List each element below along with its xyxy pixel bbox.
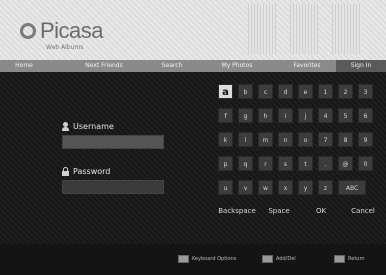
nav-item-search[interactable]: Search — [150, 60, 194, 72]
key-a[interactable]: a — [218, 84, 233, 99]
key-7[interactable]: 7 — [318, 132, 333, 147]
app-tagline: Web Albums — [46, 44, 84, 51]
picasa-logo-icon — [20, 23, 36, 39]
key-k[interactable]: k — [218, 132, 233, 147]
key-0[interactable]: 0 — [358, 156, 373, 171]
key-u[interactable]: u — [218, 180, 233, 195]
key-ok[interactable]: OK — [302, 204, 340, 219]
keyboard-options-button[interactable]: Keyboard Options — [178, 254, 236, 264]
key-e[interactable]: e — [298, 84, 313, 99]
password-field[interactable] — [62, 180, 164, 194]
key-9[interactable]: 9 — [358, 132, 373, 147]
password-label: Password — [62, 167, 110, 176]
key-i[interactable]: i — [278, 108, 293, 123]
key-2[interactable]: 2 — [338, 84, 353, 99]
header-decoration — [248, 4, 276, 54]
key-g[interactable]: g — [238, 108, 253, 123]
nav-item-favorites[interactable]: Favorites — [282, 60, 332, 72]
remote-key-icon — [178, 255, 189, 263]
key-d[interactable]: d — [278, 84, 293, 99]
return-label: Return — [348, 256, 365, 262]
key-z[interactable]: z — [318, 180, 333, 195]
key-6[interactable]: 6 — [358, 108, 373, 123]
key-5[interactable]: 5 — [338, 108, 353, 123]
key-w[interactable]: w — [258, 180, 273, 195]
key-j[interactable]: j — [298, 108, 313, 123]
remote-key-icon — [262, 255, 273, 263]
username-label: Username — [62, 122, 114, 131]
key-dot[interactable]: . — [318, 156, 333, 171]
header-decoration — [332, 4, 362, 54]
nav-item-next-friends[interactable]: Next Friends — [72, 60, 136, 72]
key-q[interactable]: q — [238, 156, 253, 171]
keyboard-options-label: Keyboard Options — [192, 256, 237, 262]
key-backspace[interactable]: Backspace — [218, 204, 256, 219]
header-decoration — [290, 4, 318, 54]
lock-icon — [62, 167, 69, 176]
key-4[interactable]: 4 — [318, 108, 333, 123]
picasa-login-screen: Picasa Web Albums Home Next Friends Sear… — [0, 0, 386, 275]
key-h[interactable]: h — [258, 108, 273, 123]
picasa-logo: Picasa — [20, 18, 104, 44]
key-c[interactable]: c — [258, 84, 273, 99]
key-s[interactable]: s — [278, 156, 293, 171]
key-b[interactable]: b — [238, 84, 253, 99]
key-cancel[interactable]: Cancel — [344, 204, 382, 219]
password-label-text: Password — [73, 167, 111, 176]
user-icon — [62, 122, 69, 131]
header: Picasa Web Albums — [0, 0, 386, 60]
app-title: Picasa — [40, 18, 104, 43]
nav-item-my-photos[interactable]: My Photos — [212, 60, 262, 72]
key-abc[interactable]: ABC — [338, 180, 366, 195]
key-8[interactable]: 8 — [338, 132, 353, 147]
on-screen-keyboard: a b c d e 1 2 3 f g h i j 4 5 6 k l m n o 7 8 9 p q r s t. @0 u v w x y z AB… — [218, 84, 384, 232]
key-p[interactable]: p — [218, 156, 233, 171]
key-space[interactable]: Space — [260, 204, 298, 219]
key-x[interactable]: x — [278, 180, 293, 195]
key-f[interactable]: f — [218, 108, 233, 123]
username-label-text: Username — [73, 122, 114, 131]
key-n[interactable]: n — [278, 132, 293, 147]
key-m[interactable]: m — [258, 132, 273, 147]
key-at[interactable]: @ — [338, 156, 353, 171]
return-key-icon — [334, 255, 345, 263]
add-del-button[interactable]: Add/Del — [262, 254, 296, 264]
add-del-label: Add/Del — [276, 256, 296, 262]
key-o[interactable]: o — [298, 132, 313, 147]
key-t[interactable]: t — [298, 156, 313, 171]
key-l[interactable]: l — [238, 132, 253, 147]
username-field[interactable] — [62, 135, 164, 149]
key-3[interactable]: 3 — [358, 84, 373, 99]
nav-item-sign-in[interactable]: Sign In — [336, 60, 386, 72]
nav-bar: Home Next Friends Search My Photos Favor… — [0, 60, 386, 72]
key-1[interactable]: 1 — [318, 84, 333, 99]
key-r[interactable]: r — [258, 156, 273, 171]
nav-item-home[interactable]: Home — [0, 60, 48, 72]
key-y[interactable]: y — [298, 180, 313, 195]
return-button[interactable]: Return — [334, 254, 365, 264]
key-v[interactable]: v — [238, 180, 253, 195]
